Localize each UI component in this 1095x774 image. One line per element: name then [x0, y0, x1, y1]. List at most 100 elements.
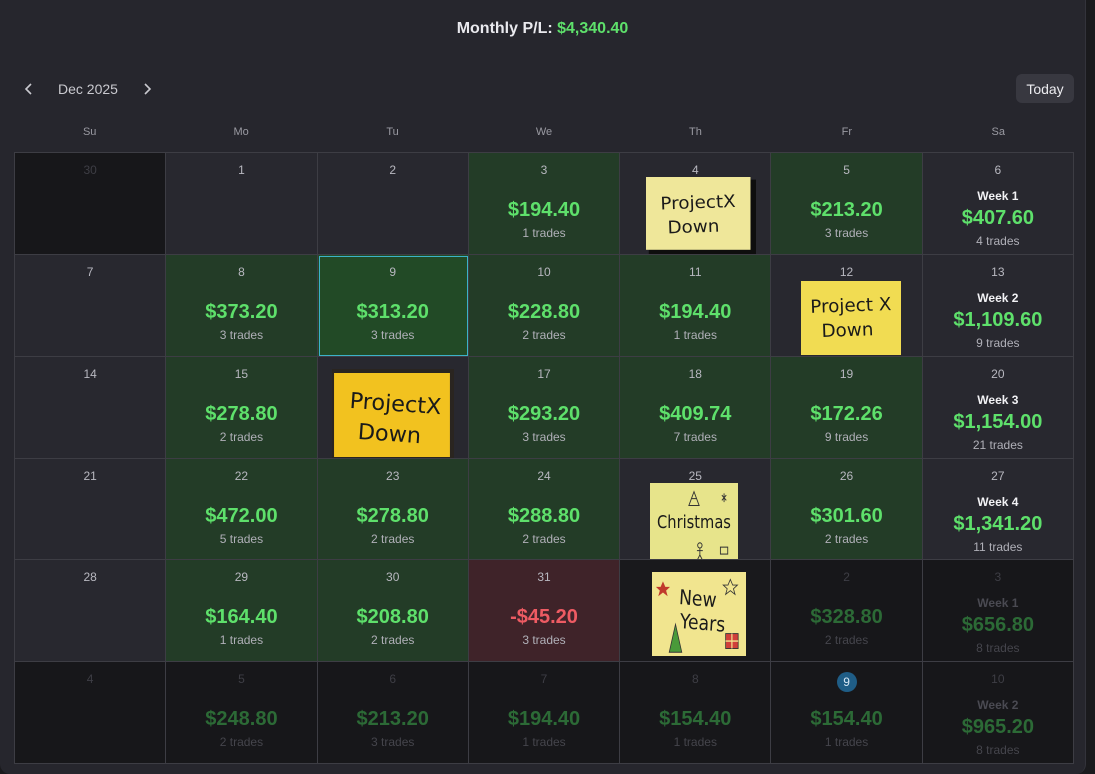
- calendar-day-cell[interactable]: 7: [15, 254, 167, 357]
- sticky-note-text: Down: [667, 216, 720, 238]
- today-button[interactable]: Today: [1016, 74, 1074, 103]
- calendar-day-cell[interactable]: 5 $248.80 2 trades: [166, 662, 318, 764]
- calendar-day-cell[interactable]: 31 -$45.20 3 trades: [468, 560, 621, 663]
- week-summary-cell[interactable]: 3 Week 1 $656.80 8 trades: [922, 560, 1074, 663]
- calendar-day-cell[interactable]: 8 $154.40 1 trades: [620, 662, 772, 764]
- day-number: 18: [688, 366, 702, 381]
- calendar-day-cell[interactable]: 2: [317, 153, 469, 255]
- calendar-day-cell[interactable]: 3 $194.40 1 trades: [468, 153, 621, 255]
- day-pnl-value: $278.80: [356, 504, 429, 527]
- monthly-pl-header: Monthly P/L: $4,340.40: [0, 20, 1085, 38]
- day-pnl-value: $373.20: [205, 300, 278, 323]
- week-summary-cell[interactable]: 20 Week 3 $1,154.00 21 trades: [922, 356, 1074, 459]
- calendar-day-cell[interactable]: ProjectX Down: [317, 356, 469, 459]
- calendar-day-cell[interactable]: 22 $472.00 5 trades: [166, 458, 318, 561]
- calendar-day-cell[interactable]: 15 $278.80 2 trades: [166, 356, 318, 459]
- calendar-day-cell[interactable]: 26 $301.60 2 trades: [771, 458, 923, 561]
- week-summary-cell[interactable]: 6 Week 1 $407.60 4 trades: [922, 153, 1074, 255]
- week-pnl-value: $1,109.60: [953, 308, 1043, 331]
- sticky-note-text: ProjectX: [660, 191, 736, 214]
- calendar-day-cell[interactable]: 17 $293.20 3 trades: [468, 356, 621, 459]
- week-label: Week 1: [977, 596, 1019, 611]
- calendar-day-cell[interactable]: New Years: [620, 560, 772, 663]
- day-pnl-value: $328.80: [810, 606, 883, 629]
- day-pnl-value: $228.80: [507, 300, 581, 323]
- calendar-day-cell[interactable]: 11 $194.40 1 trades: [620, 254, 772, 357]
- day-number: 23: [386, 468, 400, 483]
- calendar-day-cell[interactable]: 12 Project X Down: [771, 254, 923, 357]
- week-summary-cell[interactable]: 13 Week 2 $1,109.60 9 trades: [922, 254, 1074, 357]
- day-number: 30: [386, 570, 400, 585]
- day-number: 27: [991, 468, 1005, 483]
- sticky-note-text: Christmas: [657, 511, 731, 532]
- day-number: 7: [86, 264, 94, 279]
- day-pnl-value: -$45.20: [510, 606, 578, 629]
- day-trade-count: 7 trades: [673, 429, 717, 444]
- calendar-day-cell[interactable]: 28: [15, 560, 167, 663]
- calendar-day-cell[interactable]: 30: [15, 153, 167, 255]
- calendar-day-cell[interactable]: 4 ProjectX Down: [620, 153, 772, 255]
- calendar-day-cell[interactable]: 30 $208.80 2 trades: [317, 560, 469, 663]
- week-trade-count: 8 trades: [976, 743, 1020, 758]
- day-trade-count: 3 trades: [522, 429, 566, 444]
- day-number: 1: [238, 163, 245, 177]
- day-trade-count: 2 trades: [522, 531, 566, 546]
- calendar-day-cell[interactable]: 29 $164.40 1 trades: [166, 560, 318, 663]
- calendar-day-cell[interactable]: 7 $194.40 1 trades: [468, 662, 621, 764]
- week-summary-cell[interactable]: 27 Week 4 $1,341.20 11 trades: [922, 458, 1074, 561]
- calendar-day-cell[interactable]: 10 $228.80 2 trades: [468, 254, 621, 357]
- day-number: 2: [389, 163, 397, 177]
- calendar-day-cell[interactable]: 25 Christmas: [620, 458, 772, 561]
- week-summary-cell[interactable]: 10 Week 2 $965.20 8 trades: [922, 662, 1074, 764]
- calendar-day-cell[interactable]: 1: [166, 153, 318, 255]
- calendar-day-cell[interactable]: 6 $213.20 3 trades: [317, 662, 469, 764]
- day-number: 13: [991, 264, 1005, 279]
- week-label: Week 2: [977, 290, 1019, 305]
- week-pnl-value: $407.60: [961, 207, 1034, 229]
- calendar-day-cell[interactable]: 23 $278.80 2 trades: [317, 458, 469, 561]
- sticky-note-image: ProjectX Down: [646, 177, 757, 254]
- monthly-pl-value: $4,340.40: [557, 20, 629, 37]
- calendar-day-cell[interactable]: 8 $373.20 3 trades: [166, 254, 318, 357]
- calendar-day-cell[interactable]: 14: [15, 356, 167, 459]
- calendar-day-cell[interactable]: 9 $154.40 1 trades: [771, 662, 923, 764]
- sticky-note-text: Project X: [810, 294, 892, 318]
- weekday-label: Mo: [233, 126, 249, 138]
- sticky-note-text: Years: [678, 610, 726, 638]
- current-month-label: Dec 2025: [58, 81, 118, 97]
- day-number: 10: [991, 672, 1005, 687]
- day-trade-count: 1 trades: [522, 226, 566, 240]
- calendar-day-cell[interactable]: 19 $172.26 9 trades: [771, 356, 923, 459]
- calendar-day-cell[interactable]: 18 $409.74 7 trades: [620, 356, 772, 459]
- day-trade-count: 3 trades: [371, 327, 415, 342]
- calendar-day-cell[interactable]: 21: [15, 458, 167, 561]
- weekday-label: Th: [689, 126, 702, 138]
- prev-month-button[interactable]: [14, 76, 44, 102]
- calendar-day-cell[interactable]: 4: [15, 662, 167, 764]
- day-number: 7: [540, 672, 548, 687]
- day-pnl-value: $293.20: [507, 402, 581, 425]
- day-number: 12: [839, 264, 854, 279]
- calendar-day-cell[interactable]: 5 $213.20 3 trades: [771, 153, 923, 255]
- day-number: 8: [691, 672, 699, 687]
- day-pnl-value: $172.26: [810, 402, 883, 425]
- week-trade-count: 21 trades: [972, 437, 1023, 452]
- day-number: 28: [83, 570, 97, 585]
- weekday-label: Su: [82, 126, 97, 138]
- calendar-day-cell[interactable]: 9 $313.20 3 trades: [317, 254, 469, 357]
- next-month-button[interactable]: [132, 76, 162, 102]
- day-trade-count: 3 trades: [371, 735, 415, 750]
- sticky-note-text: Down: [822, 319, 875, 342]
- week-pnl-value: $1,341.20: [953, 512, 1043, 535]
- day-number: 2: [843, 570, 850, 585]
- sticky-note-text: New: [679, 586, 718, 613]
- day-number: 4: [86, 672, 94, 687]
- weekday-label: Fr: [841, 126, 853, 138]
- day-pnl-value: $154.40: [659, 708, 732, 731]
- week-label: Week 1: [977, 189, 1019, 203]
- calendar-day-cell[interactable]: 24 $288.80 2 trades: [468, 458, 621, 561]
- day-number: 10: [537, 264, 551, 279]
- chevron-left-icon: [24, 83, 32, 95]
- calendar-day-cell[interactable]: 2 $328.80 2 trades: [771, 560, 923, 663]
- day-pnl-value: $194.40: [507, 199, 581, 221]
